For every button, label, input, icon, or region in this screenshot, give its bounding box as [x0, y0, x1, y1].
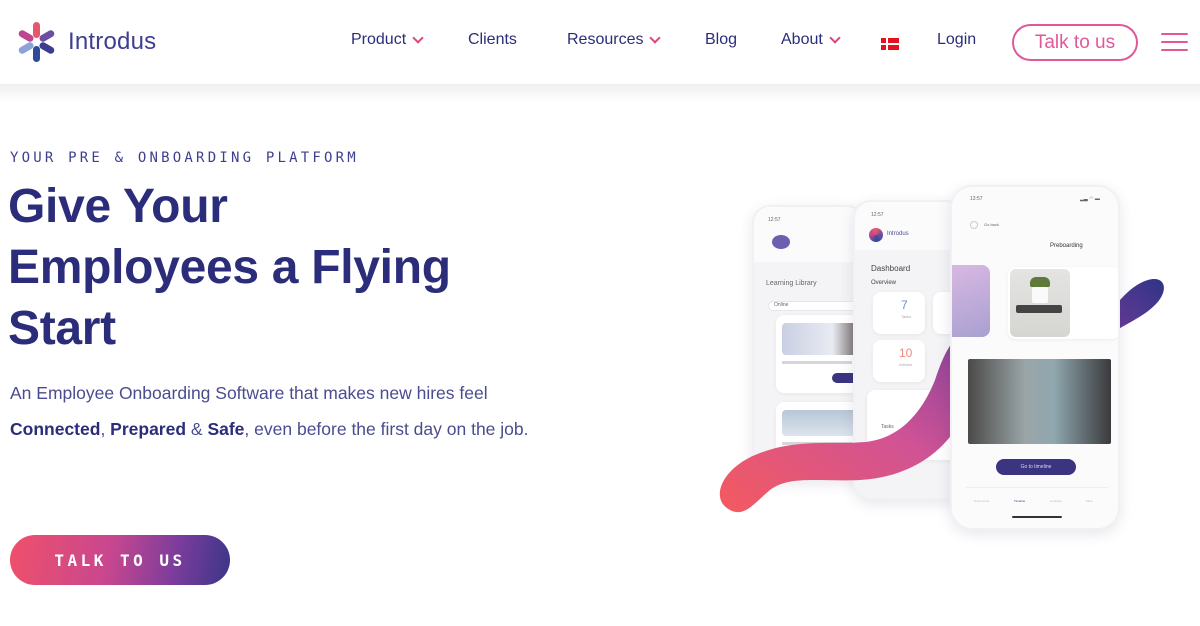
app-mockup-illustration: 12:57 Learning Library Online 12:57 Intr… — [700, 180, 1180, 540]
subtitle-bold-prepared: Prepared — [110, 419, 187, 439]
nav-blog-label: Blog — [705, 31, 738, 48]
preboarding-title: Preboarding — [1050, 243, 1083, 249]
nav-resources-label: Resources — [567, 31, 644, 48]
site-header: Introdus Product Clients Resources Blog … — [0, 0, 1200, 84]
login-label: Login — [937, 31, 977, 48]
headline-line-1: Give Your — [8, 180, 228, 233]
hamburger-menu-icon[interactable] — [1161, 33, 1188, 52]
chevron-down-icon — [829, 31, 841, 44]
nav-product-label: Product — [351, 31, 407, 48]
hero-headline: Give Your Employees a Flying Start — [8, 176, 451, 359]
module-card-partial — [952, 265, 990, 337]
asterisk-logo-icon — [14, 20, 58, 64]
headline-line-3: Start — [8, 302, 116, 355]
nav-clients-label: Clients — [468, 31, 517, 48]
logo-link[interactable]: Introdus — [14, 20, 156, 64]
tab-contacts[interactable]: Contacts — [1050, 499, 1062, 503]
brand-name: Introdus — [68, 28, 157, 55]
subtitle-text: , — [100, 419, 111, 439]
nav-product[interactable]: Product — [351, 31, 424, 49]
subtitle-text: An Employee Onboarding Software that mak… — [10, 383, 488, 403]
subtitle-text: , even before the first day on the job. — [244, 419, 529, 439]
hero-talk-to-us-button[interactable]: TALK TO US — [10, 535, 230, 585]
nav-resources[interactable]: Resources — [567, 31, 662, 49]
subtitle-bold-safe: Safe — [207, 419, 245, 439]
hero-eyebrow: YOUR PRE & ONBOARDING PLATFORM — [10, 150, 359, 166]
team-photo — [968, 359, 1111, 444]
nav-blog[interactable]: Blog — [705, 31, 737, 49]
plant-image — [1030, 277, 1050, 287]
tab-timeline[interactable]: Timeline — [1014, 499, 1025, 503]
nav-about[interactable]: About — [781, 31, 841, 49]
tab-more[interactable]: More — [1086, 499, 1093, 503]
tab-documents[interactable]: Documents — [974, 499, 989, 503]
login-link[interactable]: Login — [937, 31, 976, 49]
go-back-link: Go back — [984, 222, 999, 227]
go-to-timeline-button[interactable]: Go to timeline — [996, 459, 1076, 475]
status-time: 13:57 — [970, 196, 983, 202]
signal-icons: ▂▃ ◠ ▬ — [1080, 196, 1100, 202]
nav-about-label: About — [781, 31, 823, 48]
home-indicator — [1012, 516, 1062, 518]
hero-subtitle: An Employee Onboarding Software that mak… — [10, 375, 530, 447]
phone-preboarding: 13:57 ▂▃ ◠ ▬ Go back Preboarding Go to t… — [950, 185, 1120, 530]
module-card — [1008, 267, 1118, 339]
back-icon — [970, 221, 978, 229]
headline-line-2: Employees a Flying — [8, 241, 451, 294]
subtitle-text: & — [186, 419, 208, 439]
header-divider — [0, 84, 1200, 102]
nav-clients[interactable]: Clients — [468, 31, 517, 49]
chevron-down-icon — [649, 31, 662, 44]
danish-flag-icon[interactable] — [881, 38, 899, 50]
subtitle-bold-connected: Connected — [10, 419, 101, 439]
talk-to-us-button[interactable]: Talk to us — [1012, 24, 1138, 61]
chevron-down-icon — [412, 31, 424, 44]
